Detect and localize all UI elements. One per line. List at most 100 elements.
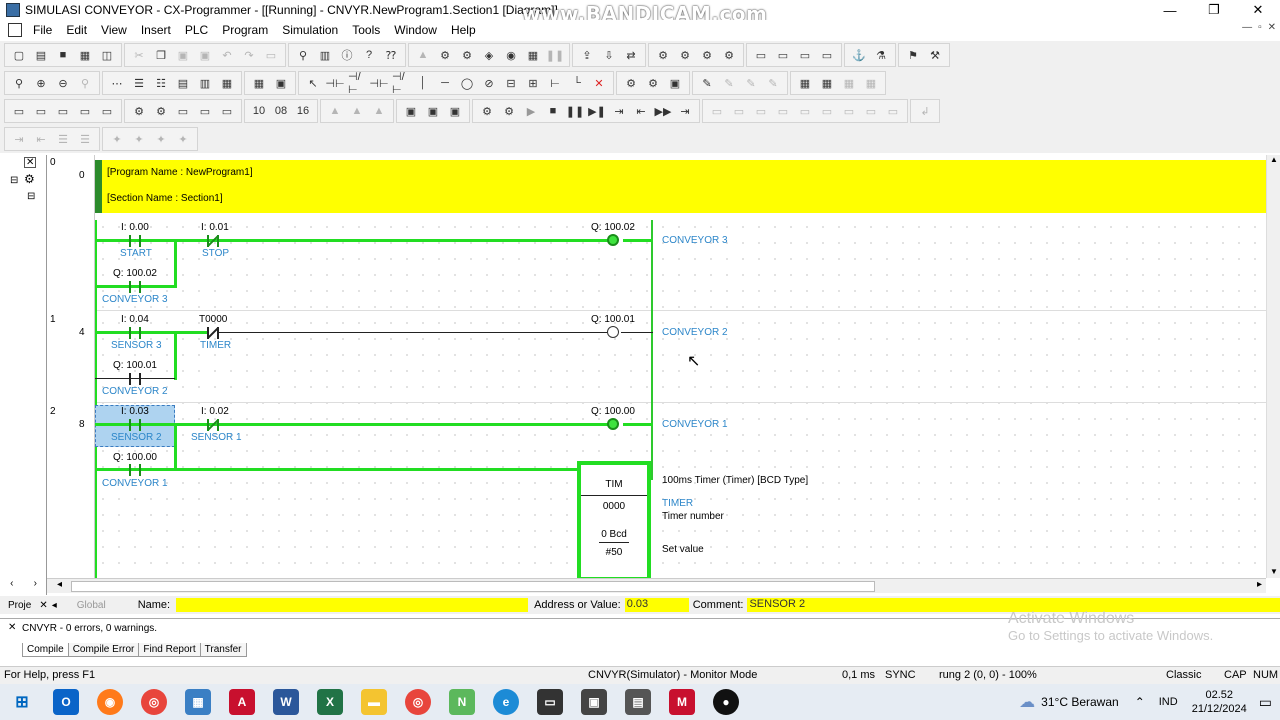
- hscroll-left-icon[interactable]: ◂: [57, 579, 62, 590]
- bandicam-icon[interactable]: ●: [713, 689, 739, 715]
- weather-icon[interactable]: ☁: [1019, 692, 1035, 712]
- show-ladder-icon[interactable]: ▥: [196, 74, 214, 92]
- grid-icon[interactable]: ⋯: [108, 74, 126, 92]
- online-edit-other-icon[interactable]: ✎: [764, 74, 782, 92]
- cancel-online-edit-icon[interactable]: ✎: [720, 74, 738, 92]
- align-2-icon[interactable]: ▭: [730, 102, 748, 120]
- sim-continuous-icon[interactable]: ▶▶: [654, 102, 672, 120]
- wand-icon[interactable]: ✦: [108, 130, 126, 148]
- project-tab[interactable]: Proje: [8, 600, 31, 611]
- show-list-icon[interactable]: ▦: [218, 74, 236, 92]
- find-icon[interactable]: ⚲: [294, 46, 312, 64]
- wand-3-icon[interactable]: ✦: [152, 130, 170, 148]
- scroll-down-icon[interactable]: ▼: [1270, 567, 1278, 576]
- chrome-profile-icon[interactable]: ◎: [405, 689, 431, 715]
- edge-icon[interactable]: e: [493, 689, 519, 715]
- show-comments-icon[interactable]: ☰: [130, 74, 148, 92]
- paste-icon[interactable]: ▣: [174, 46, 192, 64]
- set-value-icon[interactable]: ▦: [862, 74, 880, 92]
- hscroll-right-icon[interactable]: ▸: [1257, 579, 1262, 590]
- sim-reset-icon[interactable]: ⚙: [478, 102, 496, 120]
- io-table-icon[interactable]: ▦: [250, 74, 268, 92]
- compare-plc-icon[interactable]: ⇄: [622, 46, 640, 64]
- copy-icon[interactable]: ❐: [152, 46, 170, 64]
- global-tab[interactable]: Global: [77, 600, 106, 611]
- data-trace-icon[interactable]: ▭: [10, 102, 28, 120]
- cx-simulator-icon[interactable]: ▣: [581, 689, 607, 715]
- compile-all-icon[interactable]: ⚙: [644, 74, 662, 92]
- run-mode-icon[interactable]: ▦: [524, 46, 542, 64]
- online-icon[interactable]: ▲: [414, 46, 432, 64]
- new-or-contact-icon[interactable]: ⊣⊢: [369, 74, 388, 92]
- menu-edit[interactable]: Edit: [59, 23, 94, 37]
- clock[interactable]: 02.52 21/12/2024: [1192, 688, 1247, 716]
- redo-icon[interactable]: ↷: [240, 46, 258, 64]
- mdi-minimize-button[interactable]: —: [1242, 22, 1252, 33]
- outdent-icon[interactable]: ⇤: [32, 130, 50, 148]
- sim-stop-icon[interactable]: ■: [544, 102, 562, 120]
- indent-icon[interactable]: ⇥: [10, 130, 28, 148]
- sim-settings-icon[interactable]: ⚙: [500, 102, 518, 120]
- io-comment-icon[interactable]: ⚓: [850, 46, 868, 64]
- information-icon[interactable]: ▭: [174, 102, 192, 120]
- vertical-scrollbar[interactable]: ▲ ▼: [1266, 155, 1280, 578]
- excel-icon[interactable]: X: [317, 689, 343, 715]
- new-icon[interactable]: ▢: [10, 46, 28, 64]
- project-tree-icon[interactable]: ⚙: [24, 172, 35, 186]
- close-button[interactable]: ✕: [1236, 0, 1280, 20]
- debug-mode-icon[interactable]: ⚙: [676, 46, 694, 64]
- transfer-to-plc-icon[interactable]: ⇪: [578, 46, 596, 64]
- io-table-view-icon[interactable]: ⚙: [130, 102, 148, 120]
- tree-expand-icon[interactable]: ⊟: [10, 175, 18, 186]
- app-green-icon[interactable]: N: [449, 689, 475, 715]
- conveyor1-coil[interactable]: [607, 418, 619, 430]
- send-online-edit-icon[interactable]: ✎: [742, 74, 760, 92]
- open-icon[interactable]: ▤: [32, 46, 50, 64]
- program-check-icon[interactable]: ▣: [666, 74, 684, 92]
- chrome-icon[interactable]: ◎: [141, 689, 167, 715]
- language-indicator[interactable]: IND: [1159, 696, 1178, 708]
- word-icon[interactable]: W: [273, 689, 299, 715]
- conveyor2-seal-contact[interactable]: [129, 373, 141, 385]
- align-icon[interactable]: ▭: [708, 102, 726, 120]
- output-close-icon[interactable]: ✕: [8, 622, 16, 633]
- tab-transfer[interactable]: Transfer: [199, 643, 247, 657]
- auto-online-icon[interactable]: ⚙: [458, 46, 476, 64]
- transfer-from-plc-icon[interactable]: ⇩: [600, 46, 618, 64]
- align-9-icon[interactable]: ▭: [884, 102, 902, 120]
- name-field[interactable]: [176, 598, 529, 612]
- weather-text[interactable]: 31°C Berawan: [1041, 695, 1119, 709]
- binary-08-icon[interactable]: 08: [272, 102, 290, 120]
- sim-step-icon[interactable]: ▶❚: [588, 102, 606, 120]
- menu-tools[interactable]: Tools: [345, 23, 387, 37]
- address-reference-icon[interactable]: ▭: [818, 46, 836, 64]
- menu-window[interactable]: Window: [387, 23, 444, 37]
- file-explorer-icon[interactable]: ▬: [361, 689, 387, 715]
- undo-icon[interactable]: ↶: [218, 46, 236, 64]
- project-close-icon[interactable]: ✕: [39, 600, 47, 611]
- zoom-in-icon[interactable]: ⊕: [32, 74, 50, 92]
- toggle-monitoring-icon[interactable]: ◈: [480, 46, 498, 64]
- calculator-icon[interactable]: ▦: [185, 689, 211, 715]
- time-chart-icon[interactable]: ▭: [32, 102, 50, 120]
- cycle-time-icon[interactable]: ▭: [218, 102, 236, 120]
- ladder-diagram[interactable]: [Program Name : NewProgram1] [Section Na…: [95, 155, 1266, 578]
- sim-window-icon[interactable]: ▣: [402, 102, 420, 120]
- zoom-icon[interactable]: ⚲: [76, 74, 94, 92]
- conveyor3-coil[interactable]: [607, 234, 619, 246]
- zoom-out-icon[interactable]: ⊖: [54, 74, 72, 92]
- menu-file[interactable]: File: [26, 23, 59, 37]
- plc-clock-icon[interactable]: ▭: [76, 102, 94, 120]
- cx-one-icon[interactable]: ▤: [625, 689, 651, 715]
- tab-find-report[interactable]: Find Report: [138, 643, 201, 657]
- pane-close-icon[interactable]: ✕: [24, 157, 37, 168]
- force-on-icon[interactable]: ▦: [796, 74, 814, 92]
- monitor-comment-icon[interactable]: ▤: [174, 74, 192, 92]
- maximize-button[interactable]: ❐: [1192, 0, 1236, 20]
- settings-icon[interactable]: ⚒: [926, 46, 944, 64]
- memory-icon[interactable]: ▭: [54, 102, 72, 120]
- replace-icon[interactable]: ▥: [316, 46, 334, 64]
- cx-programmer-icon[interactable]: ▭: [537, 689, 563, 715]
- tab-compile-error[interactable]: Compile Error: [67, 643, 140, 657]
- sensor3-contact[interactable]: [129, 327, 141, 339]
